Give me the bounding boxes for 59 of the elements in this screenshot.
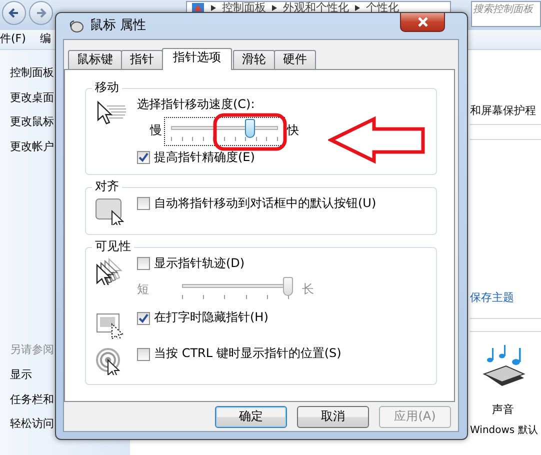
close-button[interactable] [400, 13, 445, 32]
tab[interactable]: 鼠标键 [68, 50, 122, 69]
back-button[interactable] [2, 1, 26, 25]
theme-item-value: Windows 默认 [470, 424, 539, 436]
checkbox[interactable] [137, 348, 150, 361]
theme-item-label[interactable]: 声音 [492, 404, 541, 417]
screensaver-link[interactable]: 和屏幕保护程 [470, 105, 541, 118]
dialog-button[interactable]: 确定 [215, 406, 287, 428]
tab[interactable]: 硬件 [274, 50, 316, 69]
tab[interactable]: 滑轮 [233, 50, 275, 69]
field-label: 选择指针移动速度(C): [137, 98, 256, 112]
sidebar-link[interactable]: 控制面板 [10, 67, 54, 80]
checkbox[interactable] [137, 312, 150, 325]
checkbox[interactable] [137, 256, 150, 270]
checkbox-label[interactable]: 提高指针精确度(E) [154, 150, 255, 165]
sidebar-link[interactable]: 任务栏和 [10, 394, 54, 406]
pointer-speed-icon [95, 98, 127, 126]
group-title: 可见性 [92, 240, 134, 254]
forward-button[interactable] [29, 1, 53, 25]
search-field[interactable]: 搜索控制面板 [471, 1, 541, 27]
checkbox-label[interactable]: 显示指针轨迹(D) [154, 256, 245, 270]
slider-min-label: 短 [137, 282, 149, 297]
close-icon [416, 17, 428, 27]
dialog-button[interactable]: 取消 [297, 406, 369, 428]
sidebar-link[interactable]: 显示 [10, 369, 32, 382]
slider-max-label: 长 [302, 282, 314, 297]
chevron-icon [272, 2, 277, 14]
menu-item[interactable]: 件(F) [0, 33, 26, 46]
breadcrumb-item[interactable]: 控制面板 [222, 2, 266, 15]
forward-arrow-icon [35, 7, 47, 19]
window-title: 鼠标 属性 [90, 18, 146, 34]
checkbox[interactable] [137, 196, 150, 210]
slider-thumb[interactable] [244, 118, 255, 138]
tab[interactable]: 指针选项 [162, 48, 232, 70]
checkbox-label[interactable]: 在打字时隐藏指针(H) [154, 311, 268, 326]
mouse-icon [68, 19, 84, 33]
chevron-icon [355, 2, 360, 14]
slider-min-label: 慢 [150, 124, 162, 138]
menu-item[interactable]: 编 [40, 33, 51, 46]
chevron-icon [211, 2, 216, 14]
slider-max-label: 快 [287, 124, 299, 138]
breadcrumb-item[interactable]: 外观和个性化 [283, 2, 349, 15]
sidebar-link[interactable]: 更改鼠标 [10, 116, 54, 129]
save-theme-link[interactable]: 保存主题 [470, 292, 541, 304]
group-title: 对齐 [92, 180, 122, 194]
sidebar-link[interactable]: 更改桌面 [10, 92, 54, 104]
sidebar-link[interactable]: 轻松访问 [10, 418, 54, 431]
group-title: 移动 [92, 81, 122, 95]
snap-pointer-icon [95, 196, 127, 225]
sidebar-link[interactable]: 更改帐户 [10, 140, 54, 154]
checkbox-label[interactable]: 当按 CTRL 键时显示指针的位置(S) [154, 347, 342, 362]
back-arrow-icon [8, 7, 20, 19]
section-heading: 另请参阅 [10, 344, 54, 358]
breadcrumb-item[interactable]: 个性化 [366, 2, 399, 15]
slider[interactable] [165, 118, 284, 145]
checkbox[interactable] [137, 151, 150, 164]
control-panel-icon [191, 2, 205, 14]
tab[interactable]: 指针 [121, 50, 163, 69]
checkbox-label[interactable]: 自动将指针移动到对话框中的默认按钮(U) [154, 196, 376, 210]
